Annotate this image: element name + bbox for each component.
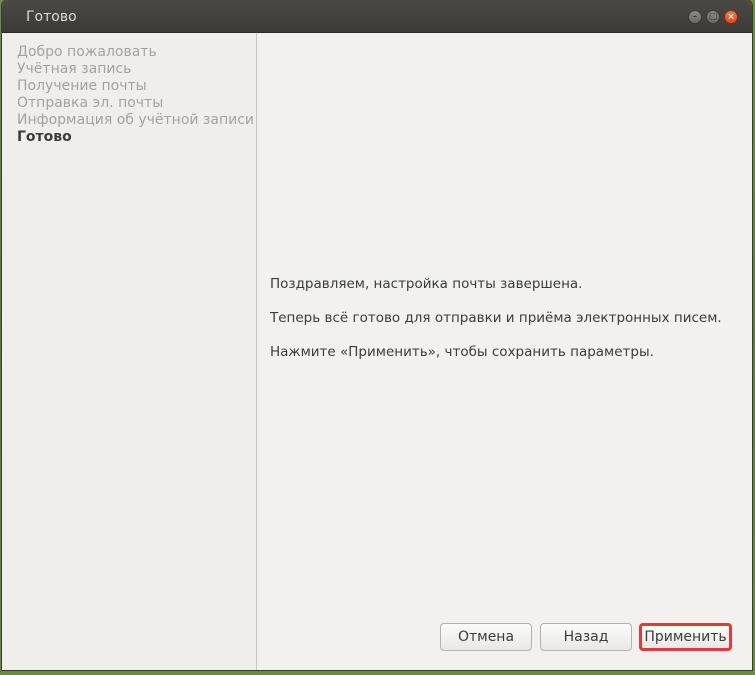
content-pane: Поздравляем, настройка почты завершена. …: [257, 33, 752, 670]
steps-list: Добро пожаловать Учётная запись Получени…: [2, 33, 256, 146]
step-welcome: Добро пожаловать: [17, 44, 157, 60]
maximize-icon: □: [708, 12, 718, 22]
apply-button[interactable]: Применить: [639, 623, 732, 651]
apply-hint-text: Нажмите «Применить», чтобы сохранить пар…: [270, 344, 654, 360]
congrats-text: Поздравляем, настройка почты завершена.: [270, 276, 583, 292]
step-account-info: Информация об учётной записи: [17, 112, 255, 128]
close-icon: ×: [727, 12, 735, 22]
minimize-icon: –: [692, 12, 698, 22]
step-sending: Отправка эл. почты: [17, 95, 164, 111]
maximize-button[interactable]: □: [706, 10, 720, 24]
step-account: Учётная запись: [17, 61, 132, 77]
close-button[interactable]: ×: [724, 10, 738, 24]
steps-sidebar: Добро пожаловать Учётная запись Получени…: [2, 33, 257, 670]
step-done: Готово: [17, 129, 72, 145]
assistant-window: Готово – □ × Добро пожаловать Учётная за…: [2, 0, 752, 670]
window-title: Готово: [26, 9, 77, 25]
cancel-button[interactable]: Отмена: [440, 623, 532, 651]
ready-text: Теперь всё готово для отправки и приёма …: [270, 310, 722, 326]
step-receiving: Получение почты: [17, 78, 147, 94]
title-bar[interactable]: Готово – □ ×: [2, 0, 752, 33]
minimize-button[interactable]: –: [688, 10, 702, 24]
back-button[interactable]: Назад: [540, 623, 632, 651]
